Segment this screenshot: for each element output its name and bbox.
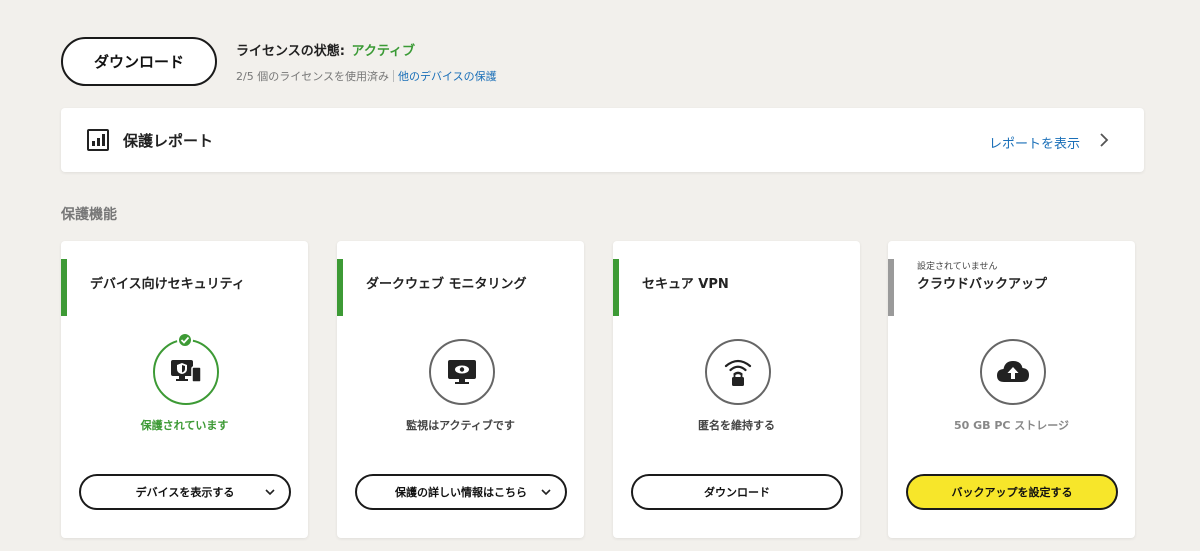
card-status: 匿名を維持する [698, 419, 775, 432]
button-label: 保護の詳しい情報はこちら [395, 486, 527, 499]
license-usage-line: 2/5 個のライセンスを使用済み 他のデバイスの保護 [236, 68, 497, 84]
learn-more-button[interactable]: 保護の詳しい情報はこちら [355, 474, 567, 510]
card-status: 50 GB PC ストレージ [953, 419, 1070, 432]
device-shield-icon [153, 339, 219, 405]
license-label: ライセンスの状態: [236, 44, 345, 59]
divider [392, 70, 394, 82]
status-bar [61, 259, 67, 316]
license-status-line: ライセンスの状態: アクティブ [236, 40, 497, 59]
card-dark-web-monitoring: ダークウェブ モニタリング 監視はアクティブです 保護の詳しい情報はこちら [337, 241, 584, 538]
monitor-eye-icon [429, 339, 495, 405]
not-configured-note: 設定されていません [917, 262, 998, 272]
check-badge-icon [177, 332, 193, 348]
button-label: バックアップを設定する [951, 486, 1073, 499]
license-usage: 2/5 個のライセンスを使用済み [236, 70, 389, 83]
card-device-security: デバイス向けセキュリティ 保護されています デバイスを表示する [61, 241, 308, 538]
status-bar [613, 259, 619, 316]
section-title: 保護機能 [61, 207, 117, 223]
button-label: デバイスを表示する [135, 486, 235, 499]
view-devices-button[interactable]: デバイスを表示する [79, 474, 291, 510]
chevron-right-icon[interactable] [1096, 131, 1112, 149]
wifi-lock-icon [705, 339, 771, 405]
view-report-link[interactable]: レポートを表示 [989, 133, 1080, 152]
protect-other-devices-link[interactable]: 他のデバイスの保護 [398, 68, 497, 84]
download-button[interactable]: ダウンロード [61, 37, 217, 86]
card-title: ダークウェブ モニタリング [366, 277, 527, 292]
card-title: セキュア VPN [642, 277, 729, 292]
button-label: ダウンロード [704, 486, 770, 499]
card-status: 監視はアクティブです [406, 419, 515, 432]
chevron-down-icon [265, 489, 275, 496]
card-title: クラウドバックアップ [917, 277, 1048, 292]
report-title: 保護レポート [123, 132, 214, 150]
card-cloud-backup: 設定されていません クラウドバックアップ 50 GB PC ストレージ バックア… [888, 241, 1135, 538]
chevron-down-icon [541, 489, 551, 496]
vpn-download-button[interactable]: ダウンロード [631, 474, 843, 510]
bar-chart-icon [87, 129, 109, 151]
card-secure-vpn: セキュア VPN 匿名を維持する ダウンロード [613, 241, 860, 538]
card-status: 保護されています [140, 419, 229, 432]
cloud-upload-icon [980, 339, 1046, 405]
status-bar [888, 259, 894, 316]
license-info: ライセンスの状態: アクティブ 2/5 個のライセンスを使用済み 他のデバイスの… [236, 40, 497, 84]
protection-report-bar[interactable]: 保護レポート レポートを表示 [61, 108, 1144, 172]
license-status: アクティブ [351, 44, 416, 59]
setup-backup-button[interactable]: バックアップを設定する [906, 474, 1118, 510]
status-bar [337, 259, 343, 316]
card-title: デバイス向けセキュリティ [90, 277, 245, 292]
